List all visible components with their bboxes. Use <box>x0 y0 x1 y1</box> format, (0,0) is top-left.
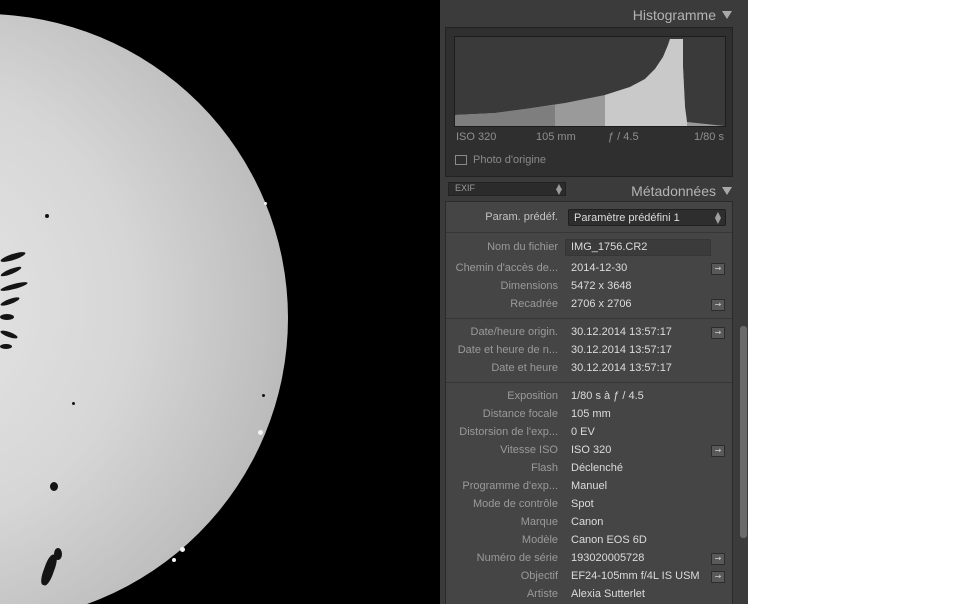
row-value: 0 EV <box>571 426 595 438</box>
row-label: Date et heure <box>491 362 558 374</box>
row-value: 105 mm <box>571 408 611 420</box>
original-photo-label: Photo d'origine <box>473 154 547 166</box>
row-value: IMG_1756.CR2 <box>571 241 648 253</box>
go-to-arrow-icon[interactable]: → <box>711 571 725 583</box>
histogram-focal: 105 mm <box>536 131 576 143</box>
separator <box>446 232 732 233</box>
panel-scrollbar[interactable] <box>740 326 747 538</box>
metadata-header[interactable]: Métadonnées <box>440 178 740 202</box>
row-label: Numéro de série <box>476 552 558 564</box>
row-label: Programme d'exp... <box>462 480 558 492</box>
histogram-title: Histogramme <box>632 7 716 23</box>
row-label: Flash <box>531 462 558 474</box>
row-label: Artiste <box>526 588 558 600</box>
go-to-arrow-icon[interactable]: → <box>711 263 725 275</box>
metadata-row-exposure: Exposition 1/80 s à ƒ / 4.5 <box>446 388 732 406</box>
metadata-row-make: Marque Canon <box>446 514 732 532</box>
row-value: EF24-105mm f/4L IS USM <box>571 570 700 582</box>
histogram-curve-icon <box>455 39 725 126</box>
metadata-row-iso: Vitesse ISO ISO 320 → <box>446 442 732 460</box>
blank-area <box>748 0 960 604</box>
row-value: Manuel <box>571 480 608 492</box>
row-value: Alexia Sutterlet <box>571 588 645 600</box>
updown-arrows-icon: ▲ ▼ <box>714 210 721 225</box>
separator <box>446 382 732 383</box>
separator <box>446 318 732 319</box>
metadata-panel: Param. prédéf. Paramètre prédéfini 1 ▲ ▼ … <box>445 201 733 604</box>
metadata-row-dimensions: Dimensions 5472 x 3648 <box>446 278 732 296</box>
original-photo-checkbox[interactable] <box>455 155 467 165</box>
histogram-iso: ISO 320 <box>456 131 497 143</box>
collapse-triangle-icon[interactable] <box>722 11 732 19</box>
metadata-row-date-time: Date et heure 30.12.2014 13:57:17 <box>446 360 732 378</box>
row-value: Déclenché <box>571 462 623 474</box>
row-label: Distance focale <box>482 408 558 420</box>
row-value: 193020005728 <box>571 552 645 564</box>
metadata-row-filename: Nom du fichier IMG_1756.CR2 <box>446 239 732 257</box>
row-label: Exposition <box>507 390 558 402</box>
row-value: 5472 x 3648 <box>571 280 632 292</box>
go-to-arrow-icon[interactable]: → <box>711 299 725 311</box>
photo-image <box>0 14 288 604</box>
metadata-title: Métadonnées <box>631 183 716 199</box>
metadata-row-exposure-program: Programme d'exp... Manuel <box>446 478 732 496</box>
row-value: Spot <box>571 498 594 510</box>
row-label: Objectif <box>520 570 558 582</box>
row-label: Recadrée <box>510 298 558 310</box>
row-label: Dimensions <box>500 280 558 292</box>
row-value: 30.12.2014 13:57:17 <box>571 326 672 338</box>
metadata-row-serial: Numéro de série 193020005728 → <box>446 550 732 568</box>
row-label: Chemin d'accès de... <box>455 262 558 274</box>
row-label: Modèle <box>521 534 558 546</box>
histogram-aperture: ƒ / 4.5 <box>608 131 639 143</box>
row-label: Vitesse ISO <box>500 444 558 456</box>
photo-preview[interactable] <box>0 0 440 604</box>
histogram-shutter: 1/80 s <box>694 131 724 143</box>
histogram-header[interactable]: Histogramme <box>440 2 740 26</box>
row-value: Canon EOS 6D <box>571 534 647 546</box>
metadata-row-path: Chemin d'accès de... 2014-12-30 → <box>446 260 732 278</box>
metadata-row-date-digitized: Date et heure de n... 30.12.2014 13:57:1… <box>446 342 732 360</box>
histogram-panel: ISO 320 105 mm ƒ / 4.5 1/80 s Photo d'or… <box>445 27 733 177</box>
row-value: Canon <box>571 516 604 528</box>
row-label: Distorsion de l'exp... <box>459 426 558 438</box>
row-value: 2706 x 2706 <box>571 298 632 310</box>
metadata-row-metering-mode: Mode de contrôle Spot <box>446 496 732 514</box>
row-value: 1/80 s à ƒ / 4.5 <box>571 390 644 402</box>
go-to-arrow-icon[interactable]: → <box>711 445 725 457</box>
collapse-triangle-icon[interactable] <box>722 187 732 195</box>
preset-select[interactable]: Paramètre prédéfini 1 ▲ ▼ <box>568 209 726 226</box>
row-label: Date/heure origin. <box>470 326 558 338</box>
histogram-graph <box>454 36 726 127</box>
metadata-row-cropped: Recadrée 2706 x 2706 → <box>446 296 732 314</box>
row-value: 30.12.2014 13:57:17 <box>571 344 672 356</box>
row-label: Marque <box>520 516 558 528</box>
row-value: ISO 320 <box>571 444 612 456</box>
preset-value: Paramètre prédéfini 1 <box>574 212 680 224</box>
row-label: Date et heure de n... <box>457 344 558 356</box>
photo-disk <box>0 14 288 604</box>
metadata-row-flash: Flash Déclenché <box>446 460 732 478</box>
right-panel: Histogramme ISO 320 105 mm ƒ / 4.5 1/80 … <box>440 0 748 604</box>
row-value: 30.12.2014 13:57:17 <box>571 362 672 374</box>
metadata-row-model: Modèle Canon EOS 6D <box>446 532 732 550</box>
row-value: 2014-12-30 <box>571 262 628 274</box>
row-label: Nom du fichier <box>487 241 558 253</box>
metadata-row-lens: Objectif EF24-105mm f/4L IS USM → <box>446 568 732 586</box>
go-to-arrow-icon[interactable]: → <box>711 327 725 339</box>
go-to-arrow-icon[interactable]: → <box>711 553 725 565</box>
metadata-row-focal-length: Distance focale 105 mm <box>446 406 732 424</box>
row-label: Mode de contrôle <box>473 498 558 510</box>
metadata-row-exposure-bias: Distorsion de l'exp... 0 EV <box>446 424 732 442</box>
preset-label: Param. prédéf. <box>485 211 558 223</box>
metadata-row-artist: Artiste Alexia Sutterlet <box>446 586 732 604</box>
metadata-row-date-original: Date/heure origin. 30.12.2014 13:57:17 → <box>446 324 732 342</box>
